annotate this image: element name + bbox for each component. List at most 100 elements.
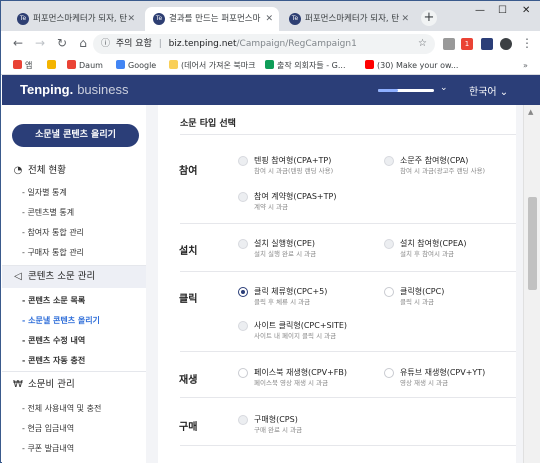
bookmark-label: 출작 의회자들 - G... (277, 61, 346, 70)
bookmark-apps[interactable]: 앱 (13, 57, 32, 75)
bookmark-sheets[interactable]: 출작 의회자들 - G... (265, 57, 346, 75)
tenping-favicon-icon: Te (17, 13, 29, 25)
divider (180, 271, 516, 272)
reload-icon[interactable]: ↻ (54, 36, 70, 50)
sidebar-item-usage[interactable]: - 전체 사용내역 및 충전 (22, 403, 101, 414)
item-label: 구매자 통합 관리 (27, 248, 85, 257)
item-label: 일자별 통계 (27, 188, 67, 197)
item-label: 쿠폰 발급내역 (27, 444, 75, 453)
back-icon[interactable]: ← (10, 36, 26, 50)
divider (180, 397, 516, 398)
bookmark-imported[interactable]: (데어서 가져온 북마크 (169, 57, 255, 75)
option-desc: 설치 후 참여시 과금 (400, 250, 455, 258)
scrollbar-thumb[interactable] (528, 197, 537, 290)
sidebar: 소문낼 콘텐츠 올리기 ◔ 전체 현황 - 일자별 통계 - 콘텐츠별 통계 -… (2, 105, 146, 463)
radio-button[interactable] (384, 239, 394, 249)
tenping-logo[interactable]: Tenping. business (20, 82, 129, 97)
tenping-favicon-icon: Te (289, 13, 301, 25)
option-desc: 계약 시 과금 (254, 203, 289, 211)
sidebar-item-upload-content[interactable]: - 소문낼 콘텐츠 올리기 (22, 315, 100, 326)
chevron-down-icon[interactable]: ⌄ (440, 83, 448, 93)
option-desc: 클릭 시 과금 (400, 298, 435, 306)
radio-button[interactable] (238, 368, 248, 378)
option-desc: 클릭 후 체류 시 과금 (254, 298, 311, 306)
bookmark-daum[interactable]: Daum (67, 57, 103, 75)
sidebar-item-daily-stats[interactable]: - 일자별 통계 (22, 187, 67, 198)
item-label: 소문낼 콘텐츠 올리기 (28, 316, 100, 325)
category-play: 재생 (179, 375, 198, 386)
browser-tab-3[interactable]: Te 퍼포먼스마케터가 되자, 탄 ✕ (281, 7, 415, 31)
home-icon[interactable]: ⌂ (75, 36, 91, 50)
option-desc: 구매 완료 시 과금 (254, 426, 303, 434)
radio-button[interactable] (384, 156, 394, 166)
item-label: 콘텐츠별 통계 (27, 208, 75, 217)
logo-suffix: business (77, 82, 129, 97)
close-tab-icon[interactable]: ✕ (127, 7, 135, 31)
radio-button[interactable] (238, 321, 248, 331)
shield-extension-icon[interactable] (481, 38, 493, 50)
divider: | (158, 39, 162, 49)
bookmark-label: (30) Make your ow... (377, 61, 459, 70)
item-label: 콘텐츠 소문 목록 (28, 296, 86, 305)
bookmarks-bar: 앱 Daum Google (데어서 가져온 북마크 출작 의회자들 - G..… (1, 57, 540, 75)
vertical-scrollbar[interactable]: ▲ (523, 105, 540, 463)
sidebar-item-edit-history[interactable]: - 콘텐츠 수정 내역 (22, 335, 85, 346)
bookmark-star-icon[interactable]: ☆ (418, 34, 427, 54)
scroll-up-icon[interactable]: ▲ (528, 108, 533, 116)
bookmark-google[interactable]: Google (116, 57, 156, 75)
sidebar-item-participants[interactable]: - 참여자 통합 관리 (22, 227, 84, 238)
close-tab-icon[interactable]: ✕ (265, 7, 273, 31)
logo-text: Tenping. (20, 82, 74, 97)
minimize-icon[interactable]: — (475, 5, 485, 16)
bookmark-youtube[interactable]: (30) Make your ow... (365, 57, 458, 75)
radio-button[interactable] (238, 415, 248, 425)
radio-button-selected[interactable] (238, 287, 248, 297)
radio-button[interactable] (238, 239, 248, 249)
option-desc: 영상 재생 시 과금 (400, 379, 449, 387)
sidebar-item-auto-charge[interactable]: - 콘텐츠 자동 충전 (22, 355, 85, 366)
close-tab-icon[interactable]: ✕ (401, 7, 409, 31)
info-icon[interactable]: ⓘ (101, 39, 110, 49)
sidebar-item-content-stats[interactable]: - 콘텐츠별 통계 (22, 207, 74, 218)
folder-icon (169, 60, 178, 69)
sidebar-item-content-list[interactable]: - 콘텐츠 소문 목록 (22, 295, 85, 306)
close-window-icon[interactable]: ✕ (522, 5, 530, 16)
extension-icon[interactable] (443, 38, 455, 50)
radio-button[interactable] (384, 368, 394, 378)
item-label: 현금 입금내역 (27, 424, 75, 433)
sidebar-section-billing[interactable]: ₩ 소문비 관리 (2, 374, 146, 396)
divider (180, 445, 516, 446)
megaphone-icon: ◁ (14, 271, 22, 282)
sheets-icon (265, 60, 274, 69)
browser-window: Te 퍼포먼스마케터가 되자, 탄 ✕ Te 결과를 만드는 퍼포먼스마 ✕ T… (0, 0, 540, 463)
category-participation: 참여 (179, 166, 198, 177)
sidebar-section-content[interactable]: ◁ 콘텐츠 소문 관리 (2, 266, 146, 288)
google-icon (116, 60, 125, 69)
section-label: 콘텐츠 소문 관리 (28, 271, 96, 282)
forward-icon[interactable]: → (32, 36, 48, 50)
category-purchase: 구매 (179, 422, 198, 433)
browser-tab-2-active[interactable]: Te 결과를 만드는 퍼포먼스마 ✕ (145, 7, 279, 31)
menu-kebab-icon[interactable]: ⋮ (519, 36, 535, 50)
browser-tab-1[interactable]: Te 퍼포먼스마케터가 되자, 탄 ✕ (9, 7, 141, 31)
extension-badge-icon[interactable]: 1 (461, 38, 473, 50)
type-selection-panel: 소문 타입 선택 참여 텐핑 참여형(CPA+TP) 참여 시 과금(텐핑 랜딩… (158, 105, 516, 463)
bookmark-label: Daum (79, 61, 103, 70)
profile-avatar[interactable] (500, 38, 512, 50)
radio-button[interactable] (238, 156, 248, 166)
sidebar-item-coupons[interactable]: - 쿠폰 발급내역 (22, 443, 74, 454)
section-label: 소문비 관리 (28, 379, 75, 390)
url-input[interactable]: ⓘ 주의 요함 | biz.tenping.net/Campaign/RegCa… (93, 34, 435, 54)
upload-content-button[interactable]: 소문낼 콘텐츠 올리기 (12, 124, 139, 147)
more-bookmarks-icon[interactable]: » (523, 57, 528, 75)
sidebar-section-overview[interactable]: ◔ 전체 현황 (2, 160, 146, 182)
language-selector[interactable]: 한국어 ⌄ (469, 83, 508, 98)
radio-button[interactable] (238, 192, 248, 202)
radio-button[interactable] (384, 287, 394, 297)
sidebar-item-buyers[interactable]: - 구매자 통합 관리 (22, 247, 84, 258)
sidebar-item-deposits[interactable]: - 현금 입금내역 (22, 423, 74, 434)
new-tab-button[interactable]: + (421, 10, 437, 26)
category-install: 설치 (179, 246, 198, 257)
bookmark-folder[interactable] (47, 57, 59, 75)
maximize-icon[interactable]: ☐ (498, 5, 507, 16)
